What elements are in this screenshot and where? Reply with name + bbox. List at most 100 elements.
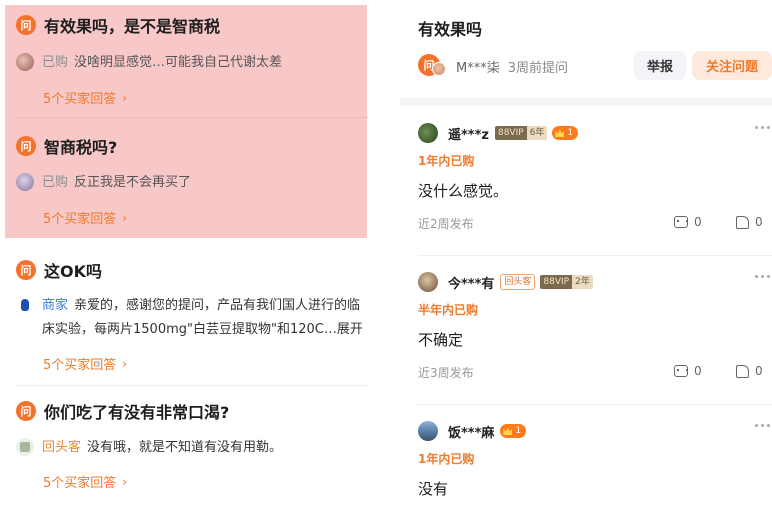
answer-item: 今***有 回头客 88VIP 2年 半年内已购 不确定 近3周发布 0 0	[418, 271, 772, 382]
more-answers-label: 5个买家回答	[43, 476, 117, 491]
vip-badge: 88VIP 6年	[494, 126, 548, 140]
crown-icon	[555, 129, 565, 137]
answer-header: 饭***麻 1	[418, 420, 772, 442]
avatar	[16, 438, 34, 456]
user-name[interactable]: 遥***z	[448, 124, 489, 143]
answer-item: 饭***麻 1 1年内已购 没有	[418, 420, 772, 499]
answer-text: 反正我是不会再买了	[74, 175, 192, 190]
comment-icon	[674, 365, 688, 377]
question-header: 问 有效果吗，是不是智商税	[16, 13, 372, 37]
question-item[interactable]: 问 智商税吗? 已购 反正我是不会再买了 5个买家回答 ›	[16, 134, 372, 227]
question-title[interactable]: 有效果吗，是不是智商税	[44, 13, 220, 37]
thumbs-up-icon	[736, 364, 749, 378]
merchant-tag: 商家	[42, 298, 69, 313]
answer-text: 没有哦，就是不知道有没有用勒。	[87, 440, 283, 455]
more-answers-label: 5个买家回答	[43, 92, 117, 107]
user-avatar-mini	[432, 62, 446, 76]
answer-text: 不确定	[418, 331, 464, 349]
chevron-right-icon: ›	[122, 356, 128, 371]
question-title[interactable]: 这OK吗	[44, 258, 102, 282]
more-options-icon[interactable]	[752, 424, 770, 427]
purchased-tag: 已购	[42, 55, 69, 70]
answer-header: 遥***z 88VIP 6年 1	[418, 122, 772, 144]
answer-footer: 近2周发布 0 0	[418, 215, 772, 233]
vip-badge: 88VIP 2年	[540, 275, 593, 289]
answer-text-line2[interactable]: 床实验，每两片1500mg"白芸豆提取物"和120C…展开	[42, 318, 363, 342]
question-detail-pane: 有效果吗 问 M***柒 3周前提问 举报 关注问题 遥***z 88VIP 6…	[400, 0, 772, 515]
more-answers-link[interactable]: 5个买家回答 ›	[43, 472, 372, 492]
returning-customer-tag: 回头客	[42, 440, 82, 455]
more-answers-link[interactable]: 5个买家回答 ›	[43, 88, 372, 108]
section-gap	[400, 98, 772, 106]
thumbs-up-icon	[736, 215, 749, 229]
more-answers-link[interactable]: 5个买家回答 ›	[43, 354, 372, 374]
more-answers-label: 5个买家回答	[43, 358, 117, 373]
crown-icon	[503, 427, 513, 435]
user-name[interactable]: 饭***麻	[448, 422, 494, 441]
purchase-period: 半年内已购	[418, 303, 479, 317]
chevron-right-icon: ›	[122, 90, 128, 105]
question-header: 问 你们吃了有没有非常口渴?	[16, 399, 372, 423]
answer-footer: 近3周发布 0 0	[418, 364, 772, 382]
answer-item: 遥***z 88VIP 6年 1 1年内已购 没什么感觉。 近2周发布 0 0	[418, 122, 772, 233]
comment-count: 0	[694, 364, 702, 378]
question-icon: 问	[16, 401, 36, 421]
comment-button[interactable]: 0	[674, 364, 702, 378]
vip-badge-years: 2年	[572, 275, 593, 289]
chevron-right-icon: ›	[122, 210, 128, 225]
question-item[interactable]: 问 你们吃了有没有非常口渴? 回头客 没有哦，就是不知道有没有用勒。 5个买家回…	[16, 399, 372, 491]
vip-badge-label: 88VIP	[540, 275, 573, 289]
question-icon: 问	[16, 136, 36, 156]
user-name[interactable]: 今***有	[448, 273, 494, 292]
like-count: 0	[755, 364, 763, 378]
question-list-pane: 问 有效果吗，是不是智商税 已购 没啥明显感觉…可能我自己代谢太差 5个买家回答…	[0, 0, 375, 515]
more-answers-label: 5个买家回答	[43, 212, 117, 227]
chevron-right-icon: ›	[122, 474, 128, 489]
answer-preview: 已购 没啥明显感觉…可能我自己代谢太差	[16, 51, 372, 74]
avatar	[16, 53, 34, 71]
like-button[interactable]: 0	[736, 364, 763, 378]
purchased-tag: 已购	[42, 175, 69, 190]
user-avatar[interactable]	[418, 272, 438, 292]
publish-time: 近3周发布	[418, 366, 474, 380]
answer-text-line1: 亲爱的，感谢您的提问，产品有我们国人进行的临	[74, 298, 361, 313]
level-badge: 1	[552, 126, 579, 140]
asker-name: M***柒	[456, 60, 500, 76]
comment-icon	[674, 216, 688, 228]
purchase-period: 1年内已购	[418, 452, 475, 466]
answer-text: 没什么感觉。	[418, 182, 509, 200]
question-title[interactable]: 智商税吗?	[44, 134, 117, 158]
divider	[16, 385, 368, 386]
answer-text: 没啥明显感觉…可能我自己代谢太差	[74, 55, 283, 70]
question-title[interactable]: 你们吃了有没有非常口渴?	[44, 399, 229, 423]
follow-question-button[interactable]: 关注问题	[692, 51, 772, 80]
more-answers-link[interactable]: 5个买家回答 ›	[43, 208, 372, 228]
more-options-icon[interactable]	[752, 126, 770, 129]
merchant-avatar	[16, 296, 34, 314]
answer-preview: 已购 反正我是不会再买了	[16, 171, 372, 194]
purchase-period: 1年内已购	[418, 154, 475, 168]
avatar	[16, 173, 34, 191]
report-button[interactable]: 举报	[634, 51, 686, 80]
like-button[interactable]: 0	[736, 215, 763, 229]
user-avatar[interactable]	[418, 123, 438, 143]
question-icon: 问	[16, 260, 36, 280]
asker-avatar: 问	[418, 54, 446, 78]
comment-button[interactable]: 0	[674, 215, 702, 229]
question-icon: 问	[16, 15, 36, 35]
question-item[interactable]: 问 这OK吗 商家 亲爱的，感谢您的提问，产品有我们国人进行的临 床实验，每两片1…	[16, 258, 372, 373]
vip-badge-label: 88VIP	[494, 126, 527, 140]
level-value: 1	[567, 128, 574, 138]
divider	[16, 117, 368, 118]
divider	[418, 255, 772, 256]
returning-customer-badge: 回头客	[500, 274, 536, 290]
question-header: 问 智商税吗?	[16, 134, 372, 158]
question-detail-title: 有效果吗	[418, 20, 483, 39]
question-item[interactable]: 问 有效果吗，是不是智商税 已购 没啥明显感觉…可能我自己代谢太差 5个买家回答…	[16, 13, 372, 107]
publish-time: 近2周发布	[418, 217, 474, 231]
user-avatar[interactable]	[418, 421, 438, 441]
more-options-icon[interactable]	[752, 275, 770, 278]
question-header: 问 这OK吗	[16, 258, 372, 282]
asker-time: 3周前提问	[507, 60, 568, 76]
merchant-answer: 商家 亲爱的，感谢您的提问，产品有我们国人进行的临 床实验，每两片1500mg"白…	[42, 294, 363, 342]
